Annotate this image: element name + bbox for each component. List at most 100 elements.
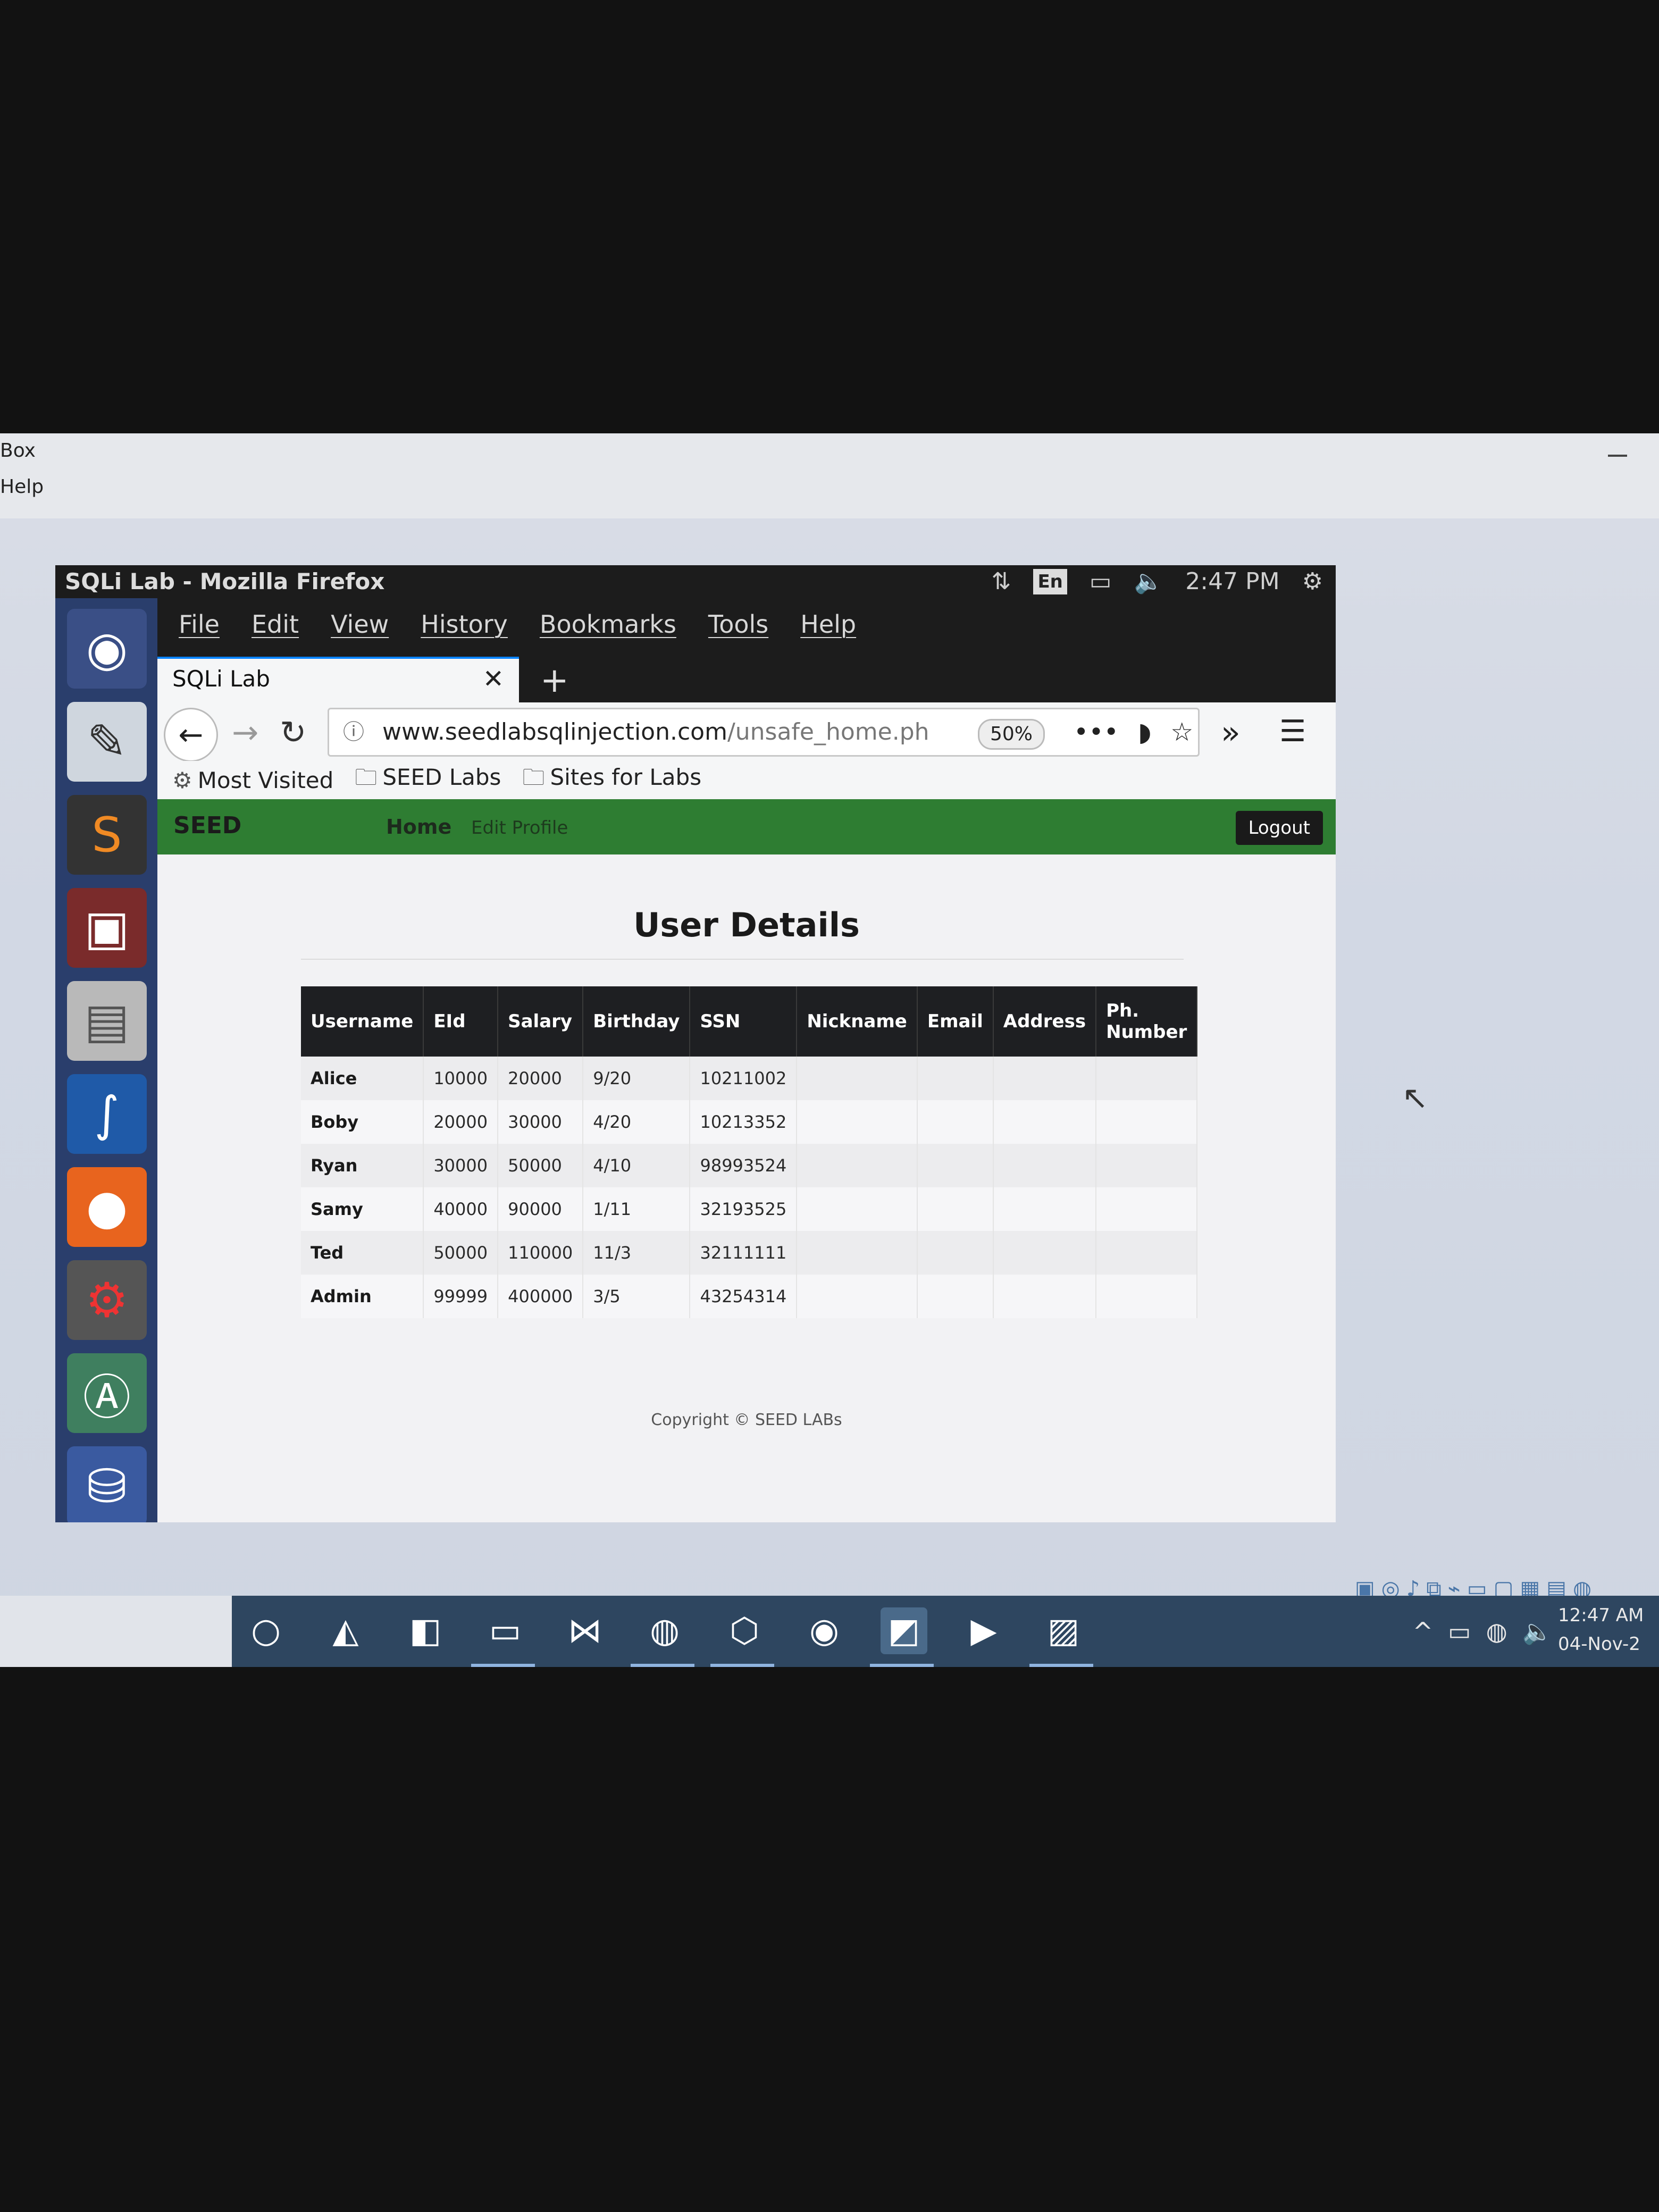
bookmarks-toolbar: ⚙ Most Visited 🗀 SEED Labs 🗀 Sites for Labs — [157, 761, 1336, 799]
hamburger-menu-icon[interactable]: ☰ — [1279, 714, 1306, 749]
table-cell — [917, 1144, 994, 1187]
username-cell: Alice — [301, 1057, 424, 1100]
active-app-icon[interactable]: ◩ — [881, 1607, 927, 1654]
running-indicator — [1029, 1664, 1093, 1667]
drive-icon[interactable]: ⛁ — [67, 1446, 147, 1522]
menu-tools[interactable]: Tools — [708, 610, 768, 639]
cortana-search-icon[interactable]: ○ — [242, 1607, 289, 1654]
table-header-row: Username EId Salary Birthday SSN Nicknam… — [301, 986, 1198, 1057]
globe-icon[interactable]: ◍ — [1486, 1617, 1507, 1646]
table-cell — [993, 1144, 1097, 1187]
table-cell: 4/20 — [583, 1100, 691, 1144]
power-icon[interactable]: ⚙ — [1302, 565, 1323, 598]
menu-help[interactable]: Help — [800, 610, 856, 639]
nav-home-link[interactable]: Home — [386, 815, 451, 839]
page-actions-icon[interactable]: ••• — [1074, 709, 1119, 755]
table-row: Ted 50000 110000 11/3 32111111 — [301, 1231, 1198, 1275]
url-host: www.seedlabsqlinjection.com — [382, 718, 727, 745]
bookmark-star-icon[interactable]: ☆ — [1170, 709, 1193, 755]
seed-labs-logo[interactable]: SEED — [173, 807, 333, 845]
software-updater-icon[interactable]: Ⓐ — [67, 1353, 147, 1433]
bookmark-label: SEED Labs — [382, 764, 501, 790]
divider — [301, 959, 1184, 960]
firefox-icon[interactable]: ● — [67, 1167, 147, 1247]
chrome-icon[interactable]: ◍ — [641, 1607, 688, 1654]
files-icon[interactable]: ▤ — [67, 981, 147, 1061]
table-cell: 32193525 — [690, 1187, 798, 1231]
folder-icon: 🗀 — [522, 764, 545, 790]
battery-icon[interactable]: ▭ — [1090, 565, 1112, 598]
table-cell — [797, 1187, 918, 1231]
menu-edit[interactable]: Edit — [252, 610, 299, 639]
column-header: Salary — [498, 986, 584, 1057]
reload-icon[interactable]: ↻ — [280, 714, 306, 751]
pocket-icon[interactable]: ◗ — [1138, 709, 1151, 755]
toolbar-overflow-icon[interactable]: » — [1221, 714, 1241, 751]
tab-sqli-lab[interactable]: SQLi Lab ✕ — [157, 657, 519, 702]
menu-history[interactable]: History — [421, 610, 508, 639]
zoom-level-badge[interactable]: 50% — [978, 719, 1045, 750]
forward-arrow-icon[interactable]: → — [232, 714, 258, 751]
table-cell — [1096, 1275, 1198, 1318]
sublime-icon[interactable]: S — [67, 795, 147, 875]
close-icon[interactable]: ✕ — [483, 659, 504, 699]
table-cell: 11/3 — [583, 1231, 691, 1275]
column-header: Birthday — [583, 986, 691, 1057]
media-player-icon[interactable]: ▶ — [960, 1607, 1007, 1654]
terminal-icon[interactable]: ▣ — [67, 888, 147, 968]
new-tab-button[interactable]: + — [540, 661, 569, 700]
user-app-icon[interactable]: ◭ — [322, 1607, 369, 1654]
intellij-icon[interactable]: ◧ — [402, 1607, 449, 1654]
keyboard-language[interactable]: En — [1033, 569, 1067, 594]
username-cell: Samy — [301, 1187, 424, 1231]
bookmark-most-visited[interactable]: ⚙ Most Visited — [172, 767, 333, 793]
chevron-up-icon[interactable]: ^ — [1413, 1617, 1434, 1646]
table-cell — [993, 1187, 1097, 1231]
visual-studio-icon[interactable]: ⋈ — [562, 1607, 608, 1654]
table-cell — [917, 1057, 994, 1100]
menu-bookmarks[interactable]: Bookmarks — [540, 610, 676, 639]
wireshark-icon[interactable]: ∫ — [67, 1074, 147, 1154]
disc-burner-icon[interactable]: ◉ — [801, 1607, 848, 1654]
navigation-toolbar: ← → ↻ ⓘ www.seedlabsqlinjection.com/unsa… — [157, 702, 1336, 762]
ubuntu-icon[interactable]: ◉ — [67, 609, 147, 689]
host-taskbar: ○ ◭ ◧ ▭ ⋈ ◍ ⬡ ◉ ◩ ▶ ▨ ^ ▭ ◍ 🔈 12:47 AM 0… — [232, 1596, 1659, 1667]
host-clock[interactable]: 12:47 AM 04-Nov-2 — [1558, 1601, 1659, 1658]
table-cell: 20000 — [498, 1057, 584, 1100]
table-row: Boby 20000 30000 4/20 10213352 — [301, 1100, 1198, 1144]
table-cell: 400000 — [498, 1275, 584, 1318]
volume-icon[interactable]: 🔈 — [1522, 1617, 1553, 1646]
system-tray: ⇅ En ▭ 🔈 2:47 PM ⚙ — [992, 565, 1323, 598]
battery-icon[interactable]: ▭ — [1448, 1617, 1471, 1646]
menu-view[interactable]: View — [331, 610, 389, 639]
firefox-window: File Edit View History Bookmarks Tools H… — [157, 598, 1336, 1522]
photos-icon[interactable]: ▨ — [1040, 1607, 1087, 1654]
settings-icon[interactable]: ⚙ — [67, 1260, 147, 1340]
info-icon[interactable]: ⓘ — [343, 709, 364, 755]
url-path: /unsafe_home.ph — [727, 718, 929, 745]
table-cell: 98993524 — [690, 1144, 798, 1187]
column-header: Username — [301, 986, 424, 1057]
menu-file[interactable]: File — [179, 610, 220, 639]
bookmark-label: Sites for Labs — [550, 764, 702, 790]
back-arrow-icon[interactable]: ← — [164, 708, 218, 762]
host-menu-item[interactable]: Help — [0, 476, 44, 498]
bookmark-seed-labs[interactable]: 🗀 SEED Labs — [355, 761, 501, 799]
volume-icon[interactable]: 🔈 — [1134, 565, 1163, 598]
logout-button[interactable]: Logout — [1235, 811, 1323, 845]
nav-edit-profile-link[interactable]: Edit Profile — [471, 817, 568, 839]
text-editor-icon[interactable]: ✎ — [67, 702, 147, 782]
table-cell: 30000 — [423, 1144, 499, 1187]
virtualbox-icon[interactable]: ⬡ — [721, 1607, 768, 1654]
table-cell — [1096, 1144, 1198, 1187]
bookmark-label: Most Visited — [197, 767, 334, 793]
host-menu-item[interactable]: Box — [0, 440, 36, 462]
clock[interactable]: 2:47 PM — [1185, 565, 1279, 598]
network-icon[interactable]: ⇅ — [992, 565, 1011, 598]
minimize-icon[interactable] — [1608, 455, 1627, 457]
url-bar[interactable]: ⓘ www.seedlabsqlinjection.com/unsafe_hom… — [328, 708, 1200, 757]
bookmark-sites-for-labs[interactable]: 🗀 Sites for Labs — [522, 761, 701, 799]
file-explorer-icon[interactable]: ▭ — [482, 1607, 529, 1654]
table-cell: 10213352 — [690, 1100, 798, 1144]
column-header: Ph. Number — [1096, 986, 1198, 1057]
